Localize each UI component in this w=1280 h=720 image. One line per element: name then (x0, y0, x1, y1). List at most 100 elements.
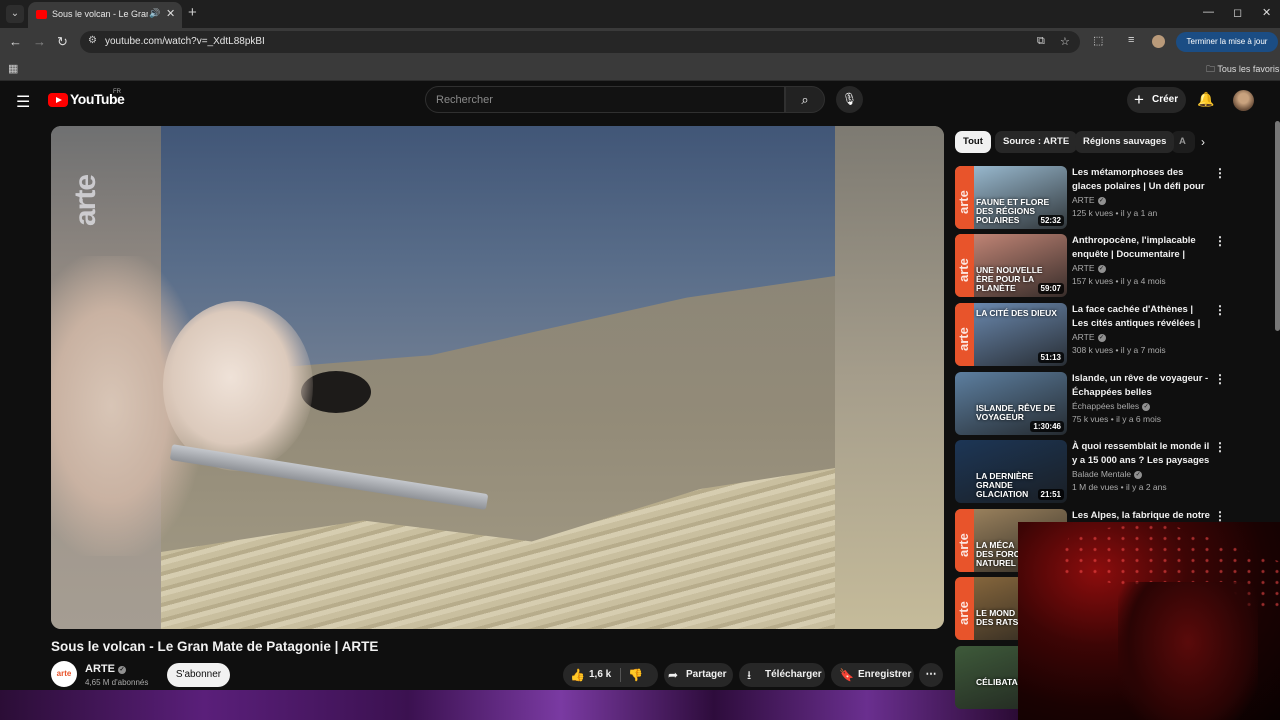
video-thumbnail[interactable]: arte LA CITÉ DES DIEUX 51:13 (955, 303, 1067, 366)
download-label: Télécharger (765, 669, 822, 680)
thumbs-down-icon[interactable]: 👎 (628, 663, 643, 687)
window-close-button[interactable]: ✕ (1262, 6, 1271, 19)
address-bar[interactable]: ⚙ youtube.com/watch?v=_XdtL88pkBI ⧉ ☆ (80, 31, 1080, 53)
tab-search-chevron-icon[interactable]: ⌄ (6, 5, 24, 23)
recommended-video[interactable]: arte LA CITÉ DES DIEUX 51:13 La face cachée… (955, 303, 1226, 367)
profile-avatar-icon[interactable] (1152, 35, 1165, 48)
menu-hamburger-icon[interactable]: ☰ (16, 92, 30, 112)
search-input[interactable]: Rechercher (425, 86, 785, 113)
update-browser-button[interactable]: Terminer la mise à jour (1176, 32, 1278, 52)
download-button[interactable]: ⭳ Télécharger (739, 663, 825, 687)
notifications-bell-icon[interactable]: 🔔 (1197, 91, 1214, 108)
channel-name[interactable]: ARTE ✓ (85, 663, 126, 675)
thumbs-up-icon[interactable]: 👍 (570, 663, 585, 687)
kebab-menu-icon[interactable]: ⋮ (1214, 166, 1226, 180)
recommended-channel-label: Échappées belles (1072, 401, 1140, 411)
forward-arrow-icon[interactable]: → (33, 34, 46, 49)
new-tab-button[interactable]: + (188, 5, 197, 21)
page-scrollbar[interactable] (1275, 121, 1280, 331)
chip-1[interactable]: Source : ARTE (995, 131, 1078, 153)
search-placeholder: Rechercher (436, 94, 493, 106)
verified-check-icon: ✓ (1142, 403, 1151, 411)
save-label: Enregistrer (858, 669, 912, 680)
arte-band-logo: arte (956, 601, 971, 625)
arte-band-logo: arte (956, 258, 971, 282)
browser-tab[interactable]: Sous le volcan - Le Gran Mate 🔊 ✕ (28, 2, 182, 28)
video-thumbnail[interactable]: arte UNE NOUVELLE ÈRE POUR LA PLANÈTE 59:0… (955, 234, 1067, 297)
recommended-video-channel[interactable]: ARTE ✓ (1072, 263, 1106, 273)
webcam-figure (1118, 582, 1258, 720)
window-minimize-button[interactable]: — (1203, 6, 1214, 18)
recommended-video-channel[interactable]: Balade Mentale ✓ (1072, 469, 1143, 479)
video-thumbnail[interactable]: ISLANDE, RÊVE DE VOYAGEUR 1:30:46 (955, 372, 1067, 435)
verified-check-icon: ✓ (1134, 471, 1143, 479)
thumbnail-caption: LA CITÉ DES DIEUX (976, 308, 1057, 318)
chips-next-chevron-icon[interactable]: › (1201, 135, 1205, 149)
recommended-video-channel[interactable]: ARTE ✓ (1072, 195, 1106, 205)
install-app-icon[interactable]: ⧉ (1037, 35, 1045, 48)
youtube-logo-icon[interactable] (48, 93, 68, 107)
recommended-video-meta: 308 k vues • il y a 7 mois (1072, 345, 1166, 355)
chip-0[interactable]: Tout (955, 131, 991, 153)
recommended-video-title[interactable]: Les métamorphoses des glaces polaires | … (1072, 166, 1212, 193)
channel-name-label: ARTE (85, 663, 115, 675)
save-button[interactable]: 🔖 Enregistrer (831, 663, 914, 687)
create-button[interactable]: + Créer (1127, 87, 1186, 113)
chip-3[interactable]: A (1171, 131, 1195, 153)
video-duration: 59:07 (1037, 283, 1064, 294)
arte-band: arte (955, 303, 974, 366)
recommended-video[interactable]: LA DERNIÈRE GRANDE GLACIATION 21:51 À quoi… (955, 440, 1226, 504)
recommended-video-title[interactable]: À quoi ressemblait le monde il y a 15 00… (1072, 440, 1212, 467)
site-info-icon[interactable]: ⚙ (88, 35, 97, 46)
recommended-video[interactable]: ISLANDE, RÊVE DE VOYAGEUR 1:30:46 Islande,… (955, 372, 1226, 436)
country-code: FR (113, 89, 121, 95)
tab-close-icon[interactable]: ✕ (166, 7, 175, 20)
kebab-menu-icon[interactable]: ⋮ (1214, 303, 1226, 317)
chip-2[interactable]: Régions sauvages (1075, 131, 1175, 153)
all-bookmarks-folder[interactable]: 🗀 Tous les favoris (1206, 62, 1279, 78)
kebab-menu-icon[interactable]: ⋮ (1214, 440, 1226, 454)
recommended-video-title[interactable]: Islande, un rêve de voyageur - Échappées… (1072, 372, 1212, 399)
recommended-video-channel[interactable]: Échappées belles ✓ (1072, 401, 1151, 411)
download-icon: ⭳ (747, 668, 752, 682)
search-button[interactable]: ⌕ (785, 86, 825, 113)
recommended-video-title[interactable]: La face cachée d'Athènes | Les cités ant… (1072, 303, 1212, 330)
window-maximize-button[interactable]: ◻ (1233, 6, 1242, 19)
reload-icon[interactable]: ↻ (57, 34, 68, 50)
video-player[interactable]: arte (51, 126, 944, 629)
subscribe-button[interactable]: S'abonner (167, 663, 230, 687)
verified-check-icon: ✓ (1097, 334, 1106, 342)
video-title: Sous le volcan - Le Gran Mate de Patagon… (51, 639, 379, 654)
tab-title: Sous le volcan - Le Gran Mate (52, 9, 148, 19)
recommended-video-title[interactable]: Anthropocène, l'implacable enquête | Doc… (1072, 234, 1212, 261)
browser-toolbar: ← → ↻ ⚙ youtube.com/watch?v=_XdtL88pkBI … (0, 28, 1280, 56)
more-actions-icon[interactable]: ⋯ (919, 663, 943, 687)
voice-search-button[interactable]: 🎙 (836, 86, 863, 113)
video-duration: 51:13 (1037, 352, 1064, 363)
all-bookmarks-label: Tous les favoris (1217, 64, 1280, 74)
kebab-menu-icon[interactable]: ⋮ (1214, 372, 1226, 386)
share-button[interactable]: ➦ Partager (664, 663, 733, 687)
channel-avatar[interactable]: arte (51, 661, 77, 687)
recommended-video[interactable]: arte FAUNE ET FLORE DES RÉGIONS POLAIRES 5… (955, 166, 1226, 230)
video-thumbnail[interactable]: LA DERNIÈRE GRANDE GLACIATION 21:51 (955, 440, 1067, 503)
subscriber-count: 4,65 M d'abonnés (85, 678, 149, 687)
video-thumbnail[interactable]: arte FAUNE ET FLORE DES RÉGIONS POLAIRES 5… (955, 166, 1067, 229)
arte-band-logo: arte (956, 190, 971, 214)
kebab-menu-icon[interactable]: ⋮ (1214, 234, 1226, 248)
reading-list-icon[interactable]: ≡ (1128, 34, 1134, 46)
account-avatar[interactable] (1233, 90, 1254, 111)
kebab-menu-icon[interactable]: ⋮ (1214, 509, 1226, 523)
share-arrow-icon: ➦ (668, 668, 679, 682)
address-url[interactable]: youtube.com/watch?v=_XdtL88pkBI (105, 36, 265, 47)
bookmark-star-icon[interactable]: ☆ (1060, 35, 1070, 48)
recommended-video-title[interactable]: Les Alpes, la fabrique de notre (1072, 509, 1212, 523)
apps-grid-icon[interactable]: ▦ (8, 62, 18, 75)
recommended-video[interactable]: arte UNE NOUVELLE ÈRE POUR LA PLANÈTE 59:0… (955, 234, 1226, 298)
back-arrow-icon[interactable]: ← (9, 34, 22, 49)
recommended-video-meta: 1 M de vues • il y a 2 ans (1072, 482, 1167, 492)
like-count[interactable]: 1,6 k (589, 663, 611, 687)
recommended-video-channel[interactable]: ARTE ✓ (1072, 332, 1106, 342)
audio-playing-icon[interactable]: 🔊 (149, 8, 160, 19)
extensions-icon[interactable]: ⬚ (1093, 34, 1103, 47)
